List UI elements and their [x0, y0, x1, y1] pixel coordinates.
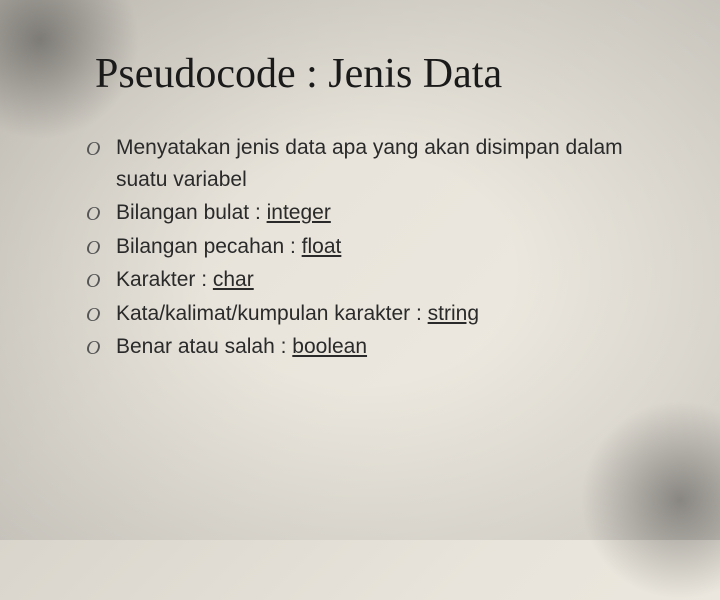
- item-text: Menyatakan jenis data apa yang akan disi…: [116, 136, 623, 191]
- list-item: O Menyatakan jenis data apa yang akan di…: [116, 132, 640, 195]
- list-item: O Bilangan bulat : integer: [116, 197, 640, 229]
- item-keyword: string: [428, 302, 479, 325]
- bullet-icon: O: [86, 199, 100, 229]
- list-item: O Kata/kalimat/kumpulan karakter : strin…: [116, 298, 640, 330]
- item-text: Bilangan pecahan :: [116, 235, 302, 258]
- slide-title: Pseudocode : Jenis Data: [95, 50, 640, 98]
- item-keyword: boolean: [292, 335, 367, 358]
- item-text: Benar atau salah :: [116, 335, 292, 358]
- list-item: O Benar atau salah : boolean: [116, 331, 640, 363]
- item-keyword: integer: [267, 201, 331, 224]
- bullet-icon: O: [86, 266, 100, 296]
- list-item: O Karakter : char: [116, 264, 640, 296]
- list-item: O Bilangan pecahan : float: [116, 231, 640, 263]
- bullet-icon: O: [86, 333, 100, 363]
- item-text: Karakter :: [116, 268, 213, 291]
- item-text: Bilangan bulat :: [116, 201, 267, 224]
- item-keyword: char: [213, 268, 254, 291]
- item-keyword: float: [302, 235, 342, 258]
- bullet-list: O Menyatakan jenis data apa yang akan di…: [80, 132, 640, 363]
- corner-shadow-br: [580, 400, 720, 600]
- bullet-icon: O: [86, 233, 100, 263]
- bullet-icon: O: [86, 134, 100, 164]
- bullet-icon: O: [86, 300, 100, 330]
- item-text: Kata/kalimat/kumpulan karakter :: [116, 302, 428, 325]
- slide-content: Pseudocode : Jenis Data O Menyatakan jen…: [0, 0, 720, 405]
